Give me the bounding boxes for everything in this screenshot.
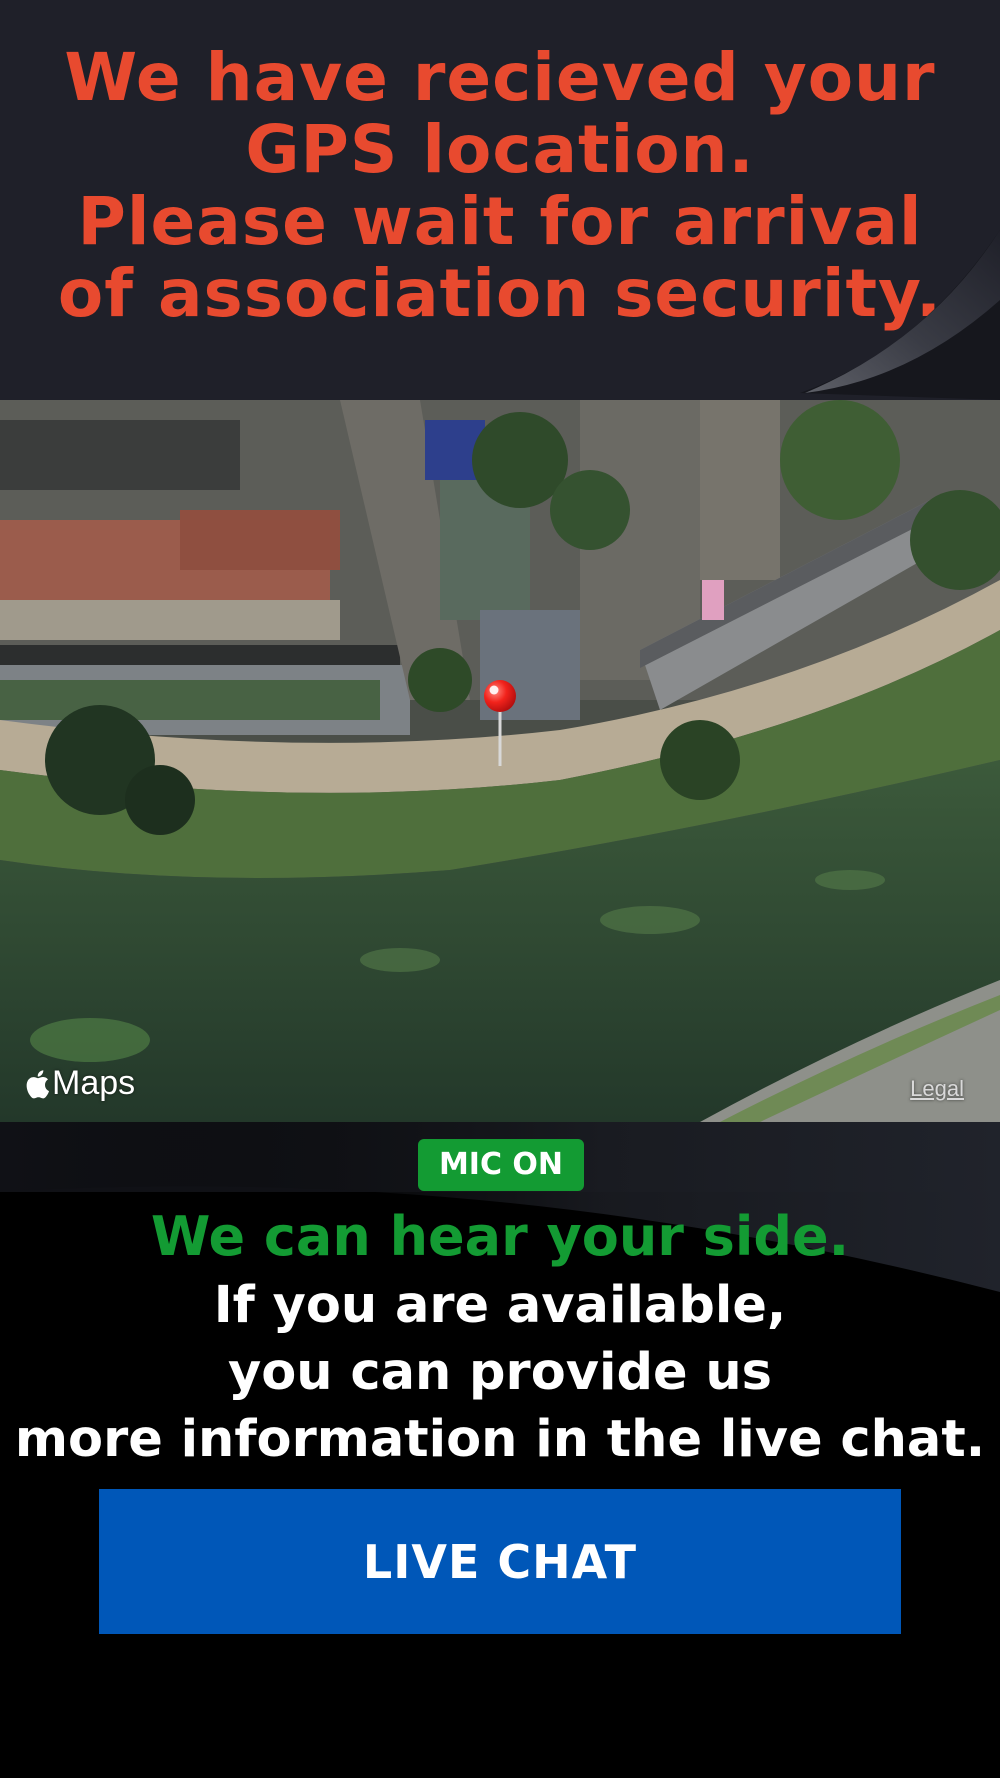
info-line-2: you can provide us	[228, 1343, 772, 1402]
alert-header: We have recieved your GPS location. Plea…	[0, 0, 1000, 400]
satellite-map[interactable]: Maps Legal	[0, 400, 1000, 1122]
maps-attribution: Maps	[24, 1064, 135, 1103]
header-line-2: GPS location.	[245, 111, 755, 188]
apple-logo-icon	[26, 1069, 49, 1098]
header-line-1: We have recieved your	[64, 39, 936, 116]
map-pin-icon[interactable]	[482, 678, 518, 768]
hear-your-side-message: We can hear your side.	[150, 1205, 850, 1268]
mic-on-badge: MIC ON	[418, 1139, 584, 1191]
live-chat-info: If you are available, you can provide us…	[0, 1272, 1000, 1473]
info-line-3: more information in the live chat.	[14, 1410, 986, 1469]
page-curl-decoration	[800, 230, 1000, 400]
info-line-1: If you are available,	[213, 1276, 787, 1335]
maps-label: Maps	[52, 1064, 136, 1102]
live-chat-button[interactable]: LIVE CHAT	[99, 1489, 901, 1634]
legal-link[interactable]: Legal	[910, 1076, 964, 1102]
status-panel: MIC ON We can hear your side. If you are…	[0, 1122, 1000, 1778]
